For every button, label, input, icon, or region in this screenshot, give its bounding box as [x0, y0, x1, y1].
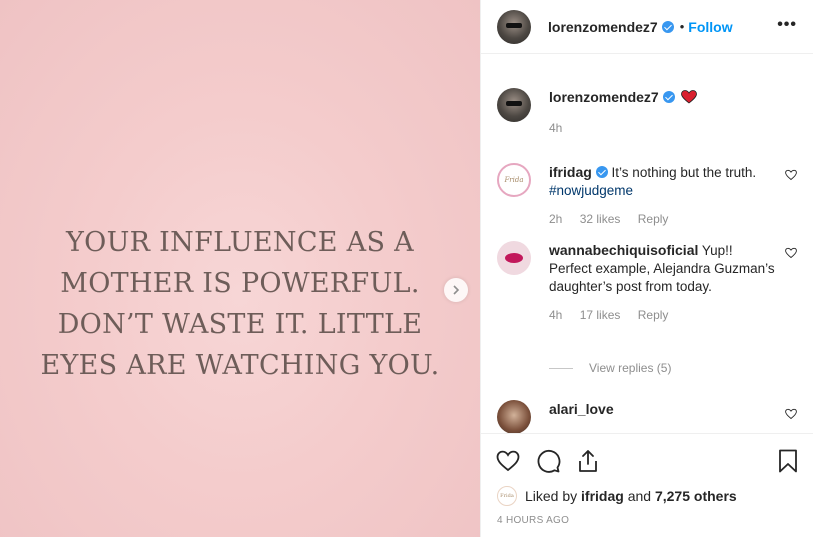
likes-summary: Frida Liked by ifridag and 7,275 others [497, 486, 737, 506]
separator-dot: • [679, 19, 685, 34]
reply-button[interactable]: Reply [638, 212, 669, 226]
post-timestamp[interactable]: 4 HOURS AGO [497, 515, 569, 526]
comment-username[interactable]: ifridag [549, 164, 592, 180]
post-image[interactable]: YOUR INFLUENCE AS A MOTHER IS POWERFUL. … [0, 0, 480, 537]
author-avatar[interactable] [497, 88, 531, 122]
hashtag-link[interactable]: #nowjudgeme [549, 183, 633, 198]
verified-badge-icon [661, 20, 674, 33]
quote-text: YOUR INFLUENCE AS A MOTHER IS POWERFUL. … [0, 222, 480, 386]
view-replies-button[interactable]: View replies (5) [549, 361, 671, 375]
commenter-avatar[interactable]: Frida [497, 163, 531, 197]
follow-button[interactable]: Follow [688, 19, 732, 35]
comment-likes[interactable]: 17 likes [580, 308, 621, 322]
like-comment-heart-icon[interactable] [785, 247, 797, 259]
post-sidebar: lorenzomendez7 • Follow ••• lorenzomende… [480, 0, 813, 537]
verified-badge-icon [662, 91, 675, 103]
bookmark-icon[interactable] [775, 448, 801, 474]
more-options-icon[interactable]: ••• [777, 17, 797, 33]
red-heart-icon [681, 90, 698, 104]
comment-time: 4h [549, 308, 563, 322]
quote-line: EYES ARE WATCHING YOU. [40, 350, 440, 381]
comment-likes[interactable]: 32 likes [580, 212, 621, 226]
liker-username[interactable]: ifridag [581, 488, 624, 504]
like-comment-heart-icon[interactable] [785, 169, 797, 181]
avatar-logo-text: Frida [504, 176, 524, 184]
avatar-logo-text: Frida [500, 493, 514, 499]
liked-by-prefix: Liked by [525, 488, 578, 504]
commenter-avatar[interactable] [497, 400, 531, 433]
caption-time: 4h [549, 121, 563, 135]
likes-count-link[interactable]: 7,275 others [655, 488, 737, 504]
heart-icon[interactable] [495, 448, 521, 474]
comment-username[interactable]: wannabechiquisoficial [549, 242, 698, 258]
caption-username[interactable]: lorenzomendez7 [549, 89, 659, 105]
author-avatar[interactable] [497, 9, 531, 44]
verified-badge-icon [595, 166, 608, 178]
commenter-avatar[interactable] [497, 241, 531, 275]
quote-line: YOUR INFLUENCE AS A [66, 227, 414, 258]
reply-button[interactable]: Reply [638, 308, 669, 322]
comment-username[interactable]: alari_love [549, 401, 614, 417]
quote-line: MOTHER IS POWERFUL. [60, 268, 420, 299]
next-image-button[interactable] [444, 278, 468, 302]
comment-text: It’s nothing but the truth. [611, 165, 757, 180]
like-comment-heart-icon[interactable] [785, 408, 797, 420]
author-username[interactable]: lorenzomendez7 [548, 19, 658, 35]
action-bar: Frida Liked by ifridag and 7,275 others … [481, 433, 813, 537]
lips-logo [505, 253, 523, 263]
comments-list[interactable]: lorenzomendez7 4h Frida ifridag It’s not… [481, 55, 813, 433]
chevron-right-icon [453, 285, 460, 295]
share-icon[interactable] [575, 448, 601, 474]
liked-by-and: and [627, 488, 652, 504]
comment-time: 2h [549, 212, 563, 226]
quote-line: DON’T WASTE IT. LITTLE [57, 309, 423, 340]
liker-avatar[interactable]: Frida [497, 486, 517, 506]
post-header: lorenzomendez7 • Follow ••• [481, 0, 813, 54]
comment-icon[interactable] [535, 448, 561, 474]
